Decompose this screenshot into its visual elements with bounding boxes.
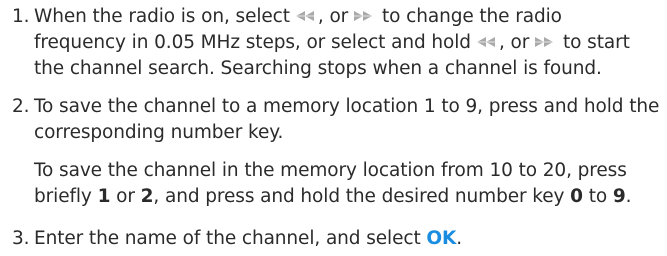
text-segment: , or — [317, 6, 349, 27]
step-text: To save the channel to a memory location… — [34, 94, 663, 210]
text-segment: to change the radio — [381, 6, 562, 27]
step-1-line-3: the channel search. Searching stops when… — [34, 58, 602, 79]
text-segment: , and press and hold the desired number … — [153, 186, 565, 207]
key-label: 1 — [97, 186, 111, 207]
step-2-sub-line-2: briefly 1 or 2, and press and hold the d… — [34, 184, 663, 210]
text-segment: or — [116, 186, 135, 207]
step-2-line-1: To save the channel to a memory location… — [34, 96, 660, 117]
text-segment: to start — [563, 32, 630, 53]
step-2-line-2: corresponding number key. — [34, 122, 284, 143]
step-2-sub-line-1: To save the channel in the memory locati… — [34, 160, 627, 181]
step-3-line-1: Enter the name of the channel, and selec… — [34, 226, 663, 252]
text-segment: to — [588, 186, 608, 207]
text-segment: , or — [498, 32, 530, 53]
text-segment: . — [456, 228, 463, 249]
text-segment: . — [625, 186, 632, 207]
key-label: 0 — [570, 186, 583, 207]
instruction-page: 1. When the radio is on, select , or to c… — [0, 0, 667, 256]
step-number: 3. — [12, 228, 30, 249]
step-1-line-1: When the radio is on, select , or to chan… — [34, 4, 663, 30]
step-1-line-2: frequency in 0.05 MHz steps, or select a… — [34, 30, 663, 56]
text-segment: When the radio is on, select — [34, 6, 290, 27]
key-label: 2 — [140, 186, 154, 207]
text-segment: frequency in 0.05 MHz steps, or select a… — [34, 32, 471, 53]
key-label: 9 — [612, 186, 626, 207]
step-text: When the radio is on, select , or to chan… — [34, 4, 663, 82]
text-segment: briefly — [34, 186, 92, 207]
ok-softkey-label: OK — [426, 228, 457, 249]
fast-forward-icon — [534, 37, 555, 47]
step-number: 2. — [12, 96, 30, 117]
text-segment: Enter the name of the channel, and selec… — [34, 228, 421, 249]
fast-forward-icon — [353, 11, 374, 21]
step-number: 1. — [12, 6, 30, 27]
step-text: Enter the name of the channel, and selec… — [34, 226, 663, 252]
rewind-icon — [294, 11, 315, 21]
rewind-icon — [475, 37, 496, 47]
